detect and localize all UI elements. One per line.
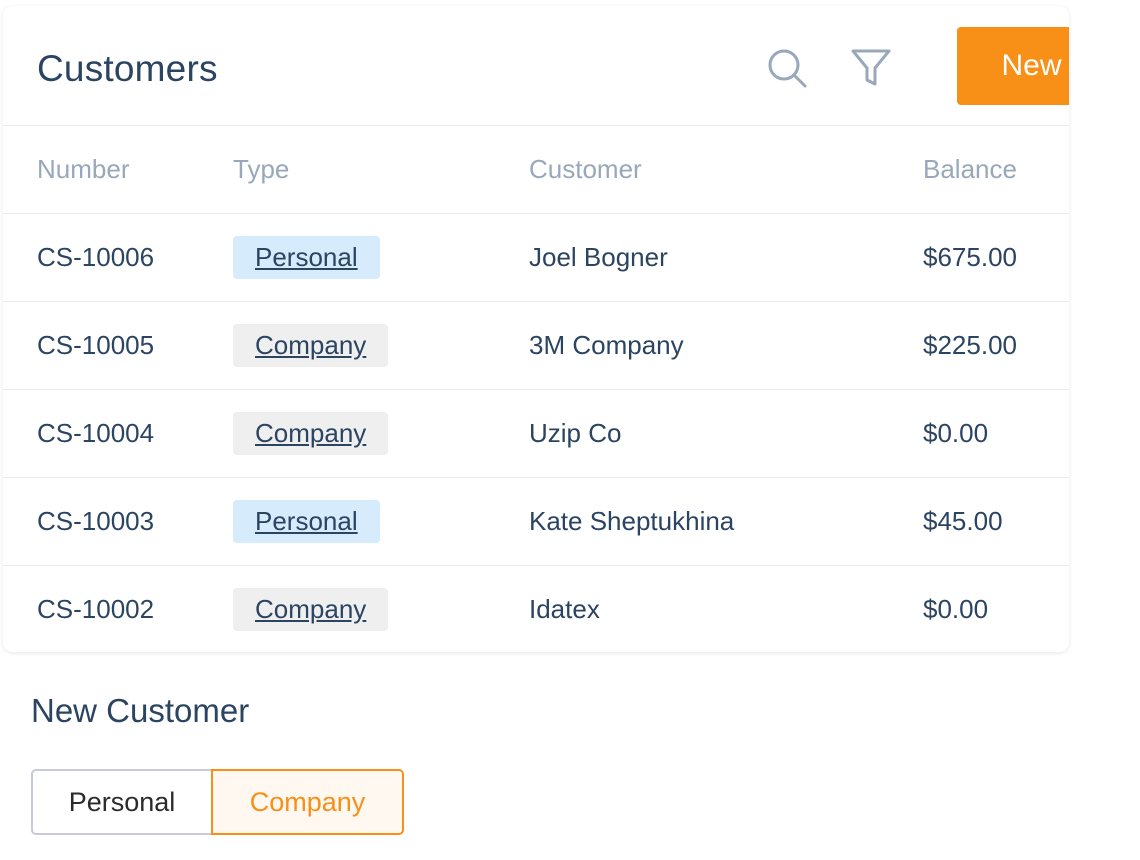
table-row[interactable]: CS-10002 Company Idatex $0.00 xyxy=(3,566,1069,653)
customer-number: CS-10003 xyxy=(3,477,233,566)
type-tag-personal[interactable]: Personal xyxy=(233,500,380,543)
customer-number: CS-10005 xyxy=(3,301,233,390)
customer-balance: $0.00 xyxy=(923,389,1069,478)
type-tag-personal[interactable]: Personal xyxy=(233,236,380,279)
filter-button[interactable] xyxy=(847,44,895,92)
type-tag-company[interactable]: Company xyxy=(233,588,389,631)
new-button[interactable]: New xyxy=(957,27,1069,105)
search-button[interactable] xyxy=(763,44,811,92)
customer-balance: $675.00 xyxy=(923,213,1069,302)
customer-balance: $225.00 xyxy=(923,301,1069,390)
table-row[interactable]: CS-10006 Personal Joel Bogner $675.00 xyxy=(3,213,1069,302)
customer-number: CS-10006 xyxy=(3,213,233,302)
table-row[interactable]: CS-10003 Personal Kate Sheptukhina $45.0… xyxy=(3,477,1069,566)
customer-name: Idatex xyxy=(529,594,600,624)
customer-name: Uzip Co xyxy=(529,389,923,478)
customer-balance: $0.00 xyxy=(923,594,989,624)
filter-icon xyxy=(851,49,891,86)
new-customer-title: New Customer xyxy=(31,692,250,729)
type-tag-company[interactable]: Company xyxy=(233,324,389,367)
customers-table: Number Type Customer Balance CS-10006 Pe… xyxy=(3,126,1069,652)
column-header-number[interactable]: Number xyxy=(3,126,233,214)
search-icon xyxy=(768,49,807,88)
page-title: Customers xyxy=(37,48,218,89)
column-header-balance[interactable]: Balance xyxy=(923,126,1069,214)
column-header-customer[interactable]: Customer xyxy=(529,126,923,214)
customers-card: Customers New Number Type Customer Balan… xyxy=(3,6,1069,652)
customer-number: CS-10004 xyxy=(3,389,233,478)
table-row[interactable]: CS-10005 Company 3M Company $225.00 xyxy=(3,301,1069,390)
customer-type-toggle: Personal Company xyxy=(31,769,404,835)
customer-name: Kate Sheptukhina xyxy=(529,477,923,566)
table-row[interactable]: CS-10004 Company Uzip Co $0.00 xyxy=(3,389,1069,478)
type-tag-company[interactable]: Company xyxy=(233,412,389,455)
customer-name: 3M Company xyxy=(529,301,923,390)
column-header-type[interactable]: Type xyxy=(233,126,529,214)
table-header-row: Number Type Customer Balance xyxy=(3,126,1069,214)
customer-balance: $45.00 xyxy=(923,477,1069,566)
customer-name: Joel Bogner xyxy=(529,213,923,302)
customer-number: CS-10002 xyxy=(37,594,155,624)
toggle-option-company[interactable]: Company xyxy=(211,769,404,835)
card-header: Customers New xyxy=(3,6,1069,126)
toggle-option-personal[interactable]: Personal xyxy=(31,769,211,835)
